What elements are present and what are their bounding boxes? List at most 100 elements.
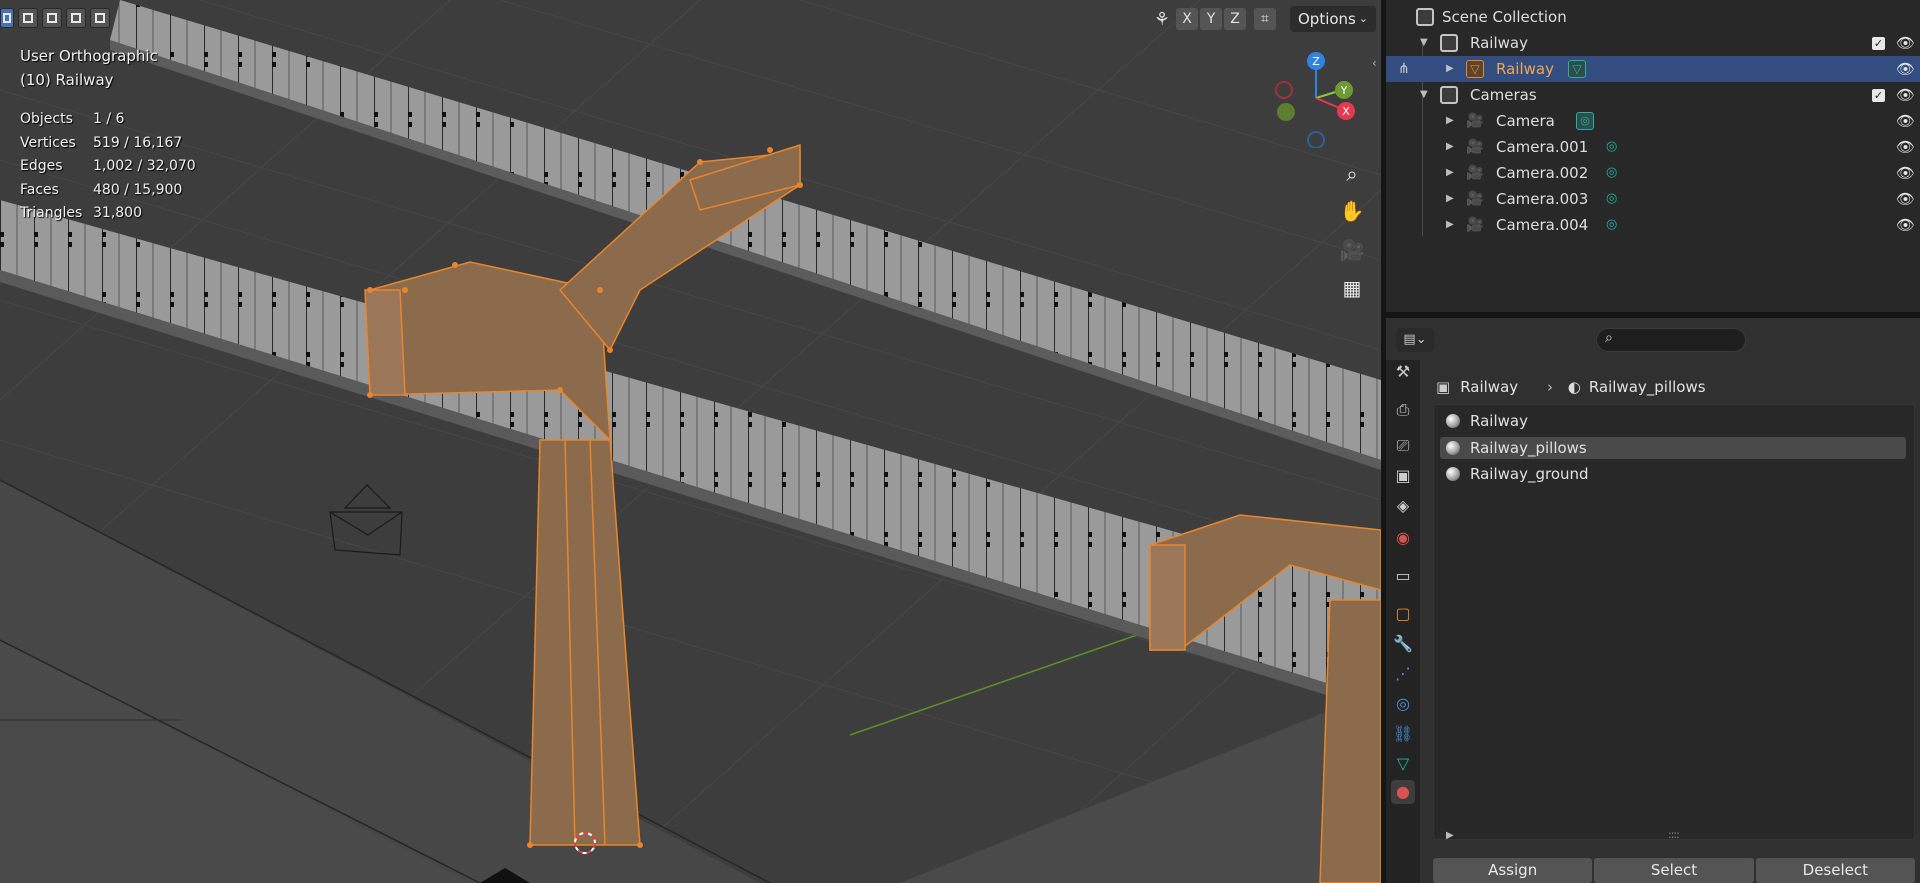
eye-icon[interactable]: 👁	[1896, 56, 1915, 82]
camera-object-icon: 🎥	[1466, 191, 1484, 207]
options-dropdown[interactable]: Options ⌄	[1290, 6, 1376, 32]
eye-icon[interactable]: 👁	[1896, 134, 1915, 160]
list-item[interactable]: Railway_pillows	[1440, 437, 1906, 459]
select-mode-intersect-button[interactable]	[90, 8, 110, 28]
output-tab-icon[interactable]: ⎚	[1391, 434, 1415, 458]
mirror-x-button[interactable]: X	[1176, 8, 1198, 30]
select-intersect-icon	[95, 13, 105, 23]
data-tab-icon[interactable]: ▽	[1391, 752, 1415, 776]
chevron-right-icon[interactable]: ▶	[1446, 186, 1454, 212]
outliner-item-cameras-collection[interactable]: ▼ Cameras ✓ 👁	[1386, 82, 1920, 108]
scene-render[interactable]	[0, 0, 1381, 883]
eye-icon[interactable]: 👁	[1896, 108, 1915, 134]
region-toggle-arrow-icon[interactable]: ‹	[1372, 56, 1377, 70]
list-item[interactable]: Railway_ground	[1440, 463, 1906, 485]
camera-view-icon[interactable]: 🎥	[1336, 234, 1368, 266]
outliner-item-camera[interactable]: ▶ 🎥 Camera.002 ◎ 👁	[1386, 160, 1920, 186]
mirror-z-button[interactable]: Z	[1224, 8, 1246, 30]
stat-label: Faces	[20, 181, 59, 198]
gizmo-neg-z-axis[interactable]	[1307, 131, 1325, 148]
collection-tab-icon[interactable]: ▭	[1391, 564, 1415, 588]
render-tab-icon[interactable]: ⎙	[1391, 398, 1415, 422]
outliner-item-label: Camera.001	[1496, 138, 1589, 156]
list-item[interactable]: Railway	[1440, 410, 1906, 432]
stat-label: Vertices	[20, 134, 76, 151]
mirror-y-button[interactable]: Y	[1200, 8, 1222, 30]
stat-value: 1,002 / 32,070	[93, 158, 196, 174]
chevron-down-icon[interactable]: ▼	[1420, 30, 1428, 56]
scene-statistics: Objects 1 / 6 Vertices 519 / 16,167 Edges 1…	[20, 108, 196, 226]
camera-data-icon[interactable]: ◎	[1606, 138, 1624, 156]
chevron-right-icon[interactable]: ▶	[1446, 134, 1454, 160]
stat-row: Vertices 519 / 16,167	[20, 132, 196, 156]
eye-icon[interactable]: 👁	[1896, 186, 1915, 212]
view-layer-tab-icon[interactable]: ▣	[1391, 464, 1415, 488]
stat-label: Objects	[20, 111, 73, 127]
outliner-item-camera[interactable]: ▶ 🎥 Camera ◎ 👁	[1386, 108, 1920, 134]
stat-row: Objects 1 / 6	[20, 108, 196, 132]
outliner-item-camera[interactable]: ▶ 🎥 Camera.003 ◎ 👁	[1386, 186, 1920, 212]
select-mode-extend-button[interactable]	[18, 8, 38, 28]
editor-type-dropdown[interactable]: ▤⌄	[1396, 328, 1434, 352]
camera-data-icon[interactable]: ◎	[1606, 216, 1624, 234]
chevron-right-icon[interactable]: ▶	[1446, 212, 1454, 238]
gizmo-neg-y-axis[interactable]	[1277, 103, 1295, 121]
world-tab-icon[interactable]: ◉	[1391, 526, 1415, 550]
camera-object-icon: 🎥	[1466, 217, 1484, 233]
eye-icon[interactable]: 👁	[1896, 212, 1915, 238]
camera-data-icon[interactable]: ◎	[1606, 190, 1624, 208]
snap-topology-button[interactable]: ⌗	[1254, 8, 1276, 30]
zoom-icon[interactable]: ⌕	[1336, 158, 1368, 190]
pan-hand-icon[interactable]: ✋	[1336, 195, 1368, 227]
navigation-gizmo[interactable]: Z Y X	[1270, 48, 1360, 148]
chevron-right-icon[interactable]: ▶	[1446, 830, 1454, 841]
stat-value: 480 / 15,900	[93, 181, 183, 198]
constraints-tab-icon[interactable]: ⛓	[1391, 722, 1415, 746]
gizmo-z-label: Z	[1312, 55, 1320, 68]
collection-icon	[1440, 34, 1458, 52]
gizmo-neg-x-axis[interactable]	[1275, 81, 1293, 99]
deselect-button[interactable]: Deselect	[1755, 858, 1915, 883]
outliner-item-railway-mesh[interactable]: ⋔ ▶ ▽ Railway ▽ 👁	[1386, 56, 1920, 82]
outliner-item-camera[interactable]: ▶ 🎥 Camera.001 ◎ 👁	[1386, 134, 1920, 160]
camera-data-icon[interactable]: ◎	[1606, 164, 1624, 182]
perspective-grid-icon[interactable]: ▦	[1336, 272, 1368, 304]
outliner-item-railway-collection[interactable]: ▼ Railway ✓ 👁	[1386, 30, 1920, 56]
exclude-checkbox[interactable]: ✓	[1872, 37, 1885, 50]
select-mode-subtract-button[interactable]	[42, 8, 62, 28]
stat-label: Edges	[20, 158, 63, 174]
stat-label: Triangles	[20, 205, 83, 221]
eye-icon[interactable]: 👁	[1896, 82, 1915, 108]
exclude-checkbox[interactable]: ✓	[1872, 89, 1885, 102]
material-tab-icon[interactable]: ●	[1391, 780, 1415, 804]
material-slot-list[interactable]: Railway Railway_pillows Railway_ground	[1433, 404, 1915, 840]
properties-search-input[interactable]: ⌕	[1596, 328, 1746, 352]
modifier-tab-icon[interactable]: 🔧	[1391, 632, 1415, 656]
list-resize-grip-icon[interactable]: ::::	[1668, 828, 1680, 841]
mesh-data-icon[interactable]: ▽	[1568, 60, 1586, 78]
outliner-scene-collection[interactable]: Scene Collection	[1386, 4, 1920, 30]
chevron-right-icon[interactable]: ▶	[1446, 56, 1454, 82]
scene-tab-icon[interactable]: ◈	[1391, 494, 1415, 518]
mirror-butterfly-icon[interactable]: ⚘	[1150, 9, 1174, 30]
3d-viewport[interactable]: ⚘ X Y Z ⌗ Options ⌄ User Orthographic (1…	[0, 0, 1381, 883]
chevron-down-icon[interactable]: ▼	[1420, 82, 1428, 108]
chevron-right-icon[interactable]: ▶	[1446, 108, 1454, 134]
physics-tab-icon[interactable]: ◎	[1391, 692, 1415, 716]
camera-data-icon[interactable]: ◎	[1576, 112, 1594, 130]
outliner-item-label: Scene Collection	[1442, 8, 1567, 26]
chevron-right-icon[interactable]: ▶	[1446, 160, 1454, 186]
eye-icon[interactable]: 👁	[1896, 160, 1915, 186]
outliner-item-camera[interactable]: ▶ 🎥 Camera.004 ◎ 👁	[1386, 212, 1920, 238]
select-mode-invert-button[interactable]	[66, 8, 86, 28]
object-tab-icon[interactable]: ▢	[1391, 602, 1415, 626]
eye-icon[interactable]: 👁	[1896, 30, 1915, 56]
tool-tab-icon[interactable]: ⚒	[1391, 360, 1415, 384]
select-subtract-icon	[47, 13, 57, 23]
assign-button[interactable]: Assign	[1433, 858, 1593, 883]
properties-editor: ▤⌄ ⌕ ⚒ ⎙ ⎚ ▣ ◈ ◉ ▭ ▢ 🔧 ⋰ ◎ ⛓ ▽ ● ▣ Railwa…	[1386, 318, 1920, 883]
material-ball-icon	[1446, 414, 1460, 428]
particles-tab-icon[interactable]: ⋰	[1391, 662, 1415, 686]
select-mode-new-button[interactable]	[0, 8, 14, 28]
select-button[interactable]: Select	[1594, 858, 1754, 883]
